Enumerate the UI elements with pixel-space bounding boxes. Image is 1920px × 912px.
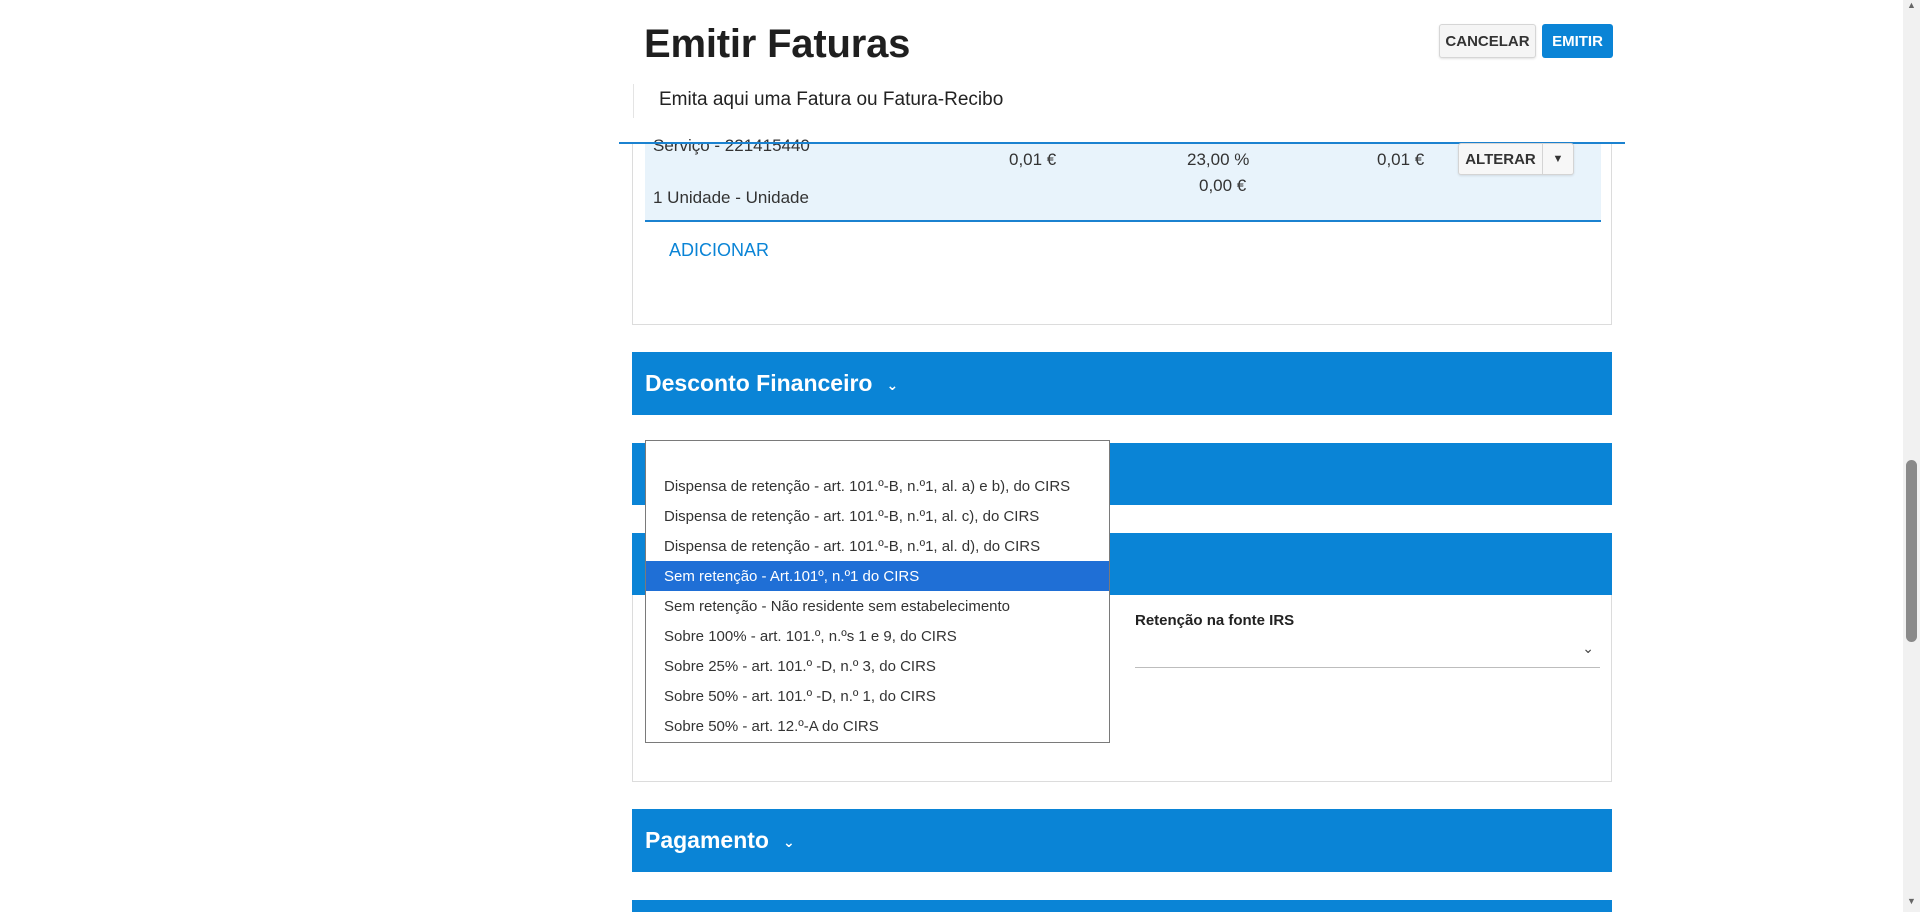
dropdown-option[interactable]: Sem retenção - Não residente sem estabel… <box>646 591 1109 621</box>
section-desconto-title: Desconto Financeiro <box>645 370 873 396</box>
dropdown-option[interactable]: Dispensa de retenção - art. 101.º-B, n.º… <box>646 501 1109 531</box>
alter-button-label[interactable]: ALTERAR <box>1459 144 1543 174</box>
add-line-link[interactable]: ADICIONAR <box>669 240 769 261</box>
chevron-down-icon: ⌄ <box>886 377 899 393</box>
page-subtitle: Emita aqui uma Fatura ou Fatura-Recibo <box>659 89 1004 110</box>
subtitle-divider <box>633 84 634 118</box>
section-pagamento-title: Pagamento <box>645 827 769 853</box>
page-scrollbar[interactable] <box>1903 0 1920 912</box>
chevron-down-icon: ⌄ <box>782 834 795 850</box>
line-item-total: 0,01 € <box>1377 150 1425 169</box>
line-item-description: Serviço - 221415440 <box>653 136 810 155</box>
dropdown-option[interactable]: Sobre 100% - art. 101.º, n.ºs 1 e 9, do … <box>646 621 1109 651</box>
chevron-down-icon: ⌄ <box>1582 640 1594 656</box>
dropdown-option[interactable]: Dispensa de retenção - art. 101.º-B, n.º… <box>646 531 1109 561</box>
scroll-down-icon[interactable]: ▼ <box>1906 896 1917 910</box>
section-next[interactable] <box>632 900 1612 912</box>
dropdown-option[interactable]: Sobre 25% - art. 101.º -D, n.º 3, do CIR… <box>646 651 1109 681</box>
page-title: Emitir Faturas <box>644 22 911 66</box>
line-item-unit: 1 Unidade - Unidade <box>653 188 809 207</box>
section-pagamento[interactable]: Pagamento ⌄ <box>632 809 1612 872</box>
scroll-up-icon[interactable]: ▲ <box>1906 0 1917 14</box>
retention-dropdown-list[interactable]: Dispensa de retenção - art. 101.º-B, n.º… <box>645 440 1110 743</box>
scrollbar-thumb[interactable] <box>1906 460 1917 642</box>
dropdown-option[interactable] <box>646 441 1109 471</box>
cancel-button[interactable]: CANCELAR <box>1439 24 1536 58</box>
caret-down-icon[interactable]: ▼ <box>1543 144 1573 174</box>
retention-irs-select[interactable]: ⌄ <box>1135 634 1600 668</box>
retention-irs-label: Retenção na fonte IRS <box>1135 612 1295 629</box>
dropdown-option[interactable]: Dispensa de retenção - art. 101.º-B, n.º… <box>646 471 1109 501</box>
dropdown-option-selected[interactable]: Sem retenção - Art.101º, n.º1 do CIRS <box>646 561 1109 591</box>
dropdown-option[interactable]: Sobre 50% - art. 12.º-A do CIRS <box>646 711 1109 741</box>
dropdown-option[interactable]: Sobre 50% - art. 101.º -D, n.º 1, do CIR… <box>646 681 1109 711</box>
line-item-tax-value: 0,00 € <box>1199 176 1247 195</box>
section-desconto-financeiro[interactable]: Desconto Financeiro ⌄ <box>632 352 1612 415</box>
alter-line-button[interactable]: ALTERAR ▼ <box>1458 143 1574 175</box>
line-item-tax-rate: 23,00 % <box>1187 150 1250 169</box>
emit-button[interactable]: EMITIR <box>1542 24 1613 58</box>
line-item-price: 0,01 € <box>1009 150 1057 169</box>
